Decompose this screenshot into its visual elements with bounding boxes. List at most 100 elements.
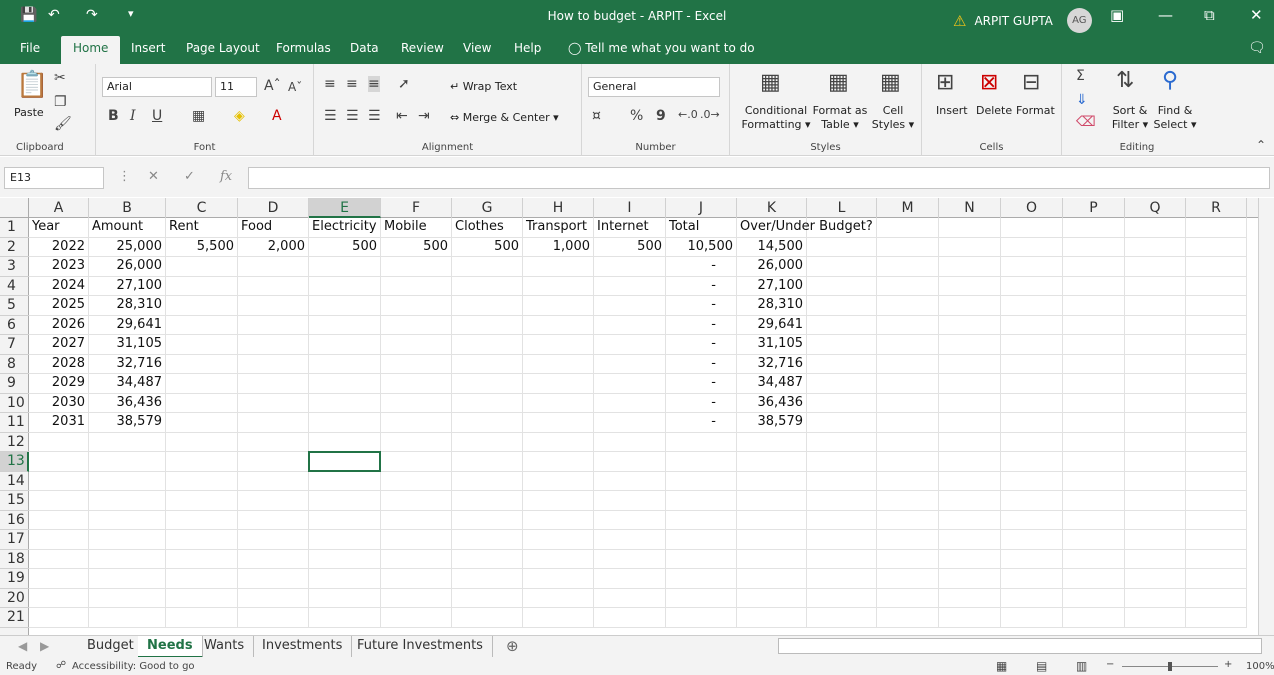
format-painter-icon[interactable]: 🖌 (54, 116, 72, 132)
empty-cell[interactable] (1063, 315, 1125, 335)
empty-cell[interactable] (877, 413, 939, 433)
empty-cell[interactable] (1125, 296, 1186, 316)
empty-cell[interactable] (594, 549, 666, 569)
empty-cell[interactable] (166, 471, 238, 491)
empty-cell[interactable] (381, 432, 452, 452)
enter-icon[interactable]: ✓ (184, 169, 195, 184)
data-cell[interactable] (309, 413, 381, 433)
empty-cell[interactable] (939, 237, 1001, 257)
underline-button[interactable]: U (152, 108, 162, 124)
insert-cells-icon[interactable]: ⊞ (936, 70, 954, 95)
empty-cell[interactable] (166, 432, 238, 452)
data-cell[interactable] (381, 315, 452, 335)
bold-button[interactable]: B (108, 108, 119, 124)
empty-cell[interactable] (737, 530, 807, 550)
empty-cell[interactable] (309, 471, 381, 491)
decrease-indent-icon[interactable]: ⇤ (396, 108, 408, 124)
data-cell[interactable] (452, 315, 523, 335)
clear-icon[interactable]: ⌫ (1076, 114, 1096, 130)
empty-cell[interactable] (1125, 237, 1186, 257)
header-cell[interactable]: Food (238, 218, 309, 238)
data-cell[interactable]: 1,000 (523, 237, 594, 257)
wrap-text-button[interactable]: ↵ Wrap Text (450, 80, 517, 94)
data-cell[interactable]: 2026 (29, 315, 89, 335)
data-cell[interactable]: - (666, 257, 737, 277)
empty-cell[interactable] (1186, 588, 1247, 608)
empty-cell[interactable] (29, 491, 89, 511)
row-header-18[interactable]: 18 (0, 550, 29, 569)
empty-cell[interactable] (523, 530, 594, 550)
empty-cell[interactable] (381, 608, 452, 628)
column-header-d[interactable]: D (238, 198, 309, 218)
empty-cell[interactable] (666, 549, 737, 569)
empty-cell[interactable] (877, 432, 939, 452)
data-cell[interactable] (381, 257, 452, 277)
empty-cell[interactable] (1063, 335, 1125, 355)
data-cell[interactable] (238, 413, 309, 433)
empty-cell[interactable] (452, 471, 523, 491)
data-cell[interactable] (309, 315, 381, 335)
empty-cell[interactable] (877, 218, 939, 238)
header-cell[interactable]: Total (666, 218, 737, 238)
horizontal-scrollbar[interactable] (778, 638, 1262, 654)
data-cell[interactable] (238, 276, 309, 296)
empty-cell[interactable] (877, 354, 939, 374)
empty-cell[interactable] (666, 471, 737, 491)
align-bottom-icon[interactable]: ≡ (368, 76, 380, 92)
empty-cell[interactable] (381, 471, 452, 491)
empty-cell[interactable] (89, 569, 166, 589)
empty-cell[interactable] (939, 452, 1001, 472)
empty-cell[interactable] (1063, 530, 1125, 550)
data-cell[interactable] (594, 296, 666, 316)
data-cell[interactable] (594, 315, 666, 335)
empty-cell[interactable] (1063, 354, 1125, 374)
empty-cell[interactable] (737, 588, 807, 608)
empty-cell[interactable] (1186, 452, 1247, 472)
empty-cell[interactable] (1125, 315, 1186, 335)
empty-cell[interactable] (1001, 471, 1063, 491)
empty-cell[interactable] (1063, 374, 1125, 394)
data-cell[interactable] (452, 296, 523, 316)
data-cell[interactable] (238, 374, 309, 394)
sheet-tab-investments[interactable]: Investments (253, 636, 353, 658)
empty-cell[interactable] (1125, 510, 1186, 530)
increase-indent-icon[interactable]: ⇥ (418, 108, 430, 124)
font-name-select[interactable]: Arial (102, 77, 212, 97)
empty-cell[interactable] (1001, 296, 1063, 316)
empty-cell[interactable] (89, 491, 166, 511)
empty-cell[interactable] (1186, 374, 1247, 394)
column-header-k[interactable]: K (737, 198, 807, 218)
header-cell[interactable]: Over/Under Budget? (737, 218, 873, 238)
formula-input[interactable] (248, 167, 1270, 189)
empty-cell[interactable] (1063, 237, 1125, 257)
empty-cell[interactable] (737, 510, 807, 530)
data-cell[interactable] (594, 276, 666, 296)
sheet-tab-budget[interactable]: Budget (78, 636, 144, 658)
data-cell[interactable]: 29,641 (89, 315, 166, 335)
data-cell[interactable]: 34,487 (89, 374, 166, 394)
empty-cell[interactable] (309, 549, 381, 569)
empty-cell[interactable] (309, 588, 381, 608)
empty-cell[interactable] (1186, 608, 1247, 628)
empty-cell[interactable] (523, 510, 594, 530)
empty-cell[interactable] (807, 491, 877, 511)
empty-cell[interactable] (877, 296, 939, 316)
data-cell[interactable] (523, 374, 594, 394)
empty-cell[interactable] (877, 393, 939, 413)
empty-cell[interactable] (381, 491, 452, 511)
empty-cell[interactable] (1001, 608, 1063, 628)
empty-cell[interactable] (939, 296, 1001, 316)
data-cell[interactable] (452, 354, 523, 374)
cut-icon[interactable]: ✂ (54, 70, 66, 86)
data-cell[interactable]: 500 (452, 237, 523, 257)
empty-cell[interactable] (939, 354, 1001, 374)
tab-home[interactable]: Home (61, 36, 121, 64)
fill-icon[interactable]: ⇓ (1076, 92, 1088, 108)
empty-cell[interactable] (1186, 491, 1247, 511)
empty-cell[interactable] (807, 471, 877, 491)
data-cell[interactable] (381, 413, 452, 433)
empty-cell[interactable] (807, 510, 877, 530)
data-cell[interactable] (238, 296, 309, 316)
empty-cell[interactable] (1001, 549, 1063, 569)
data-cell[interactable] (309, 257, 381, 277)
